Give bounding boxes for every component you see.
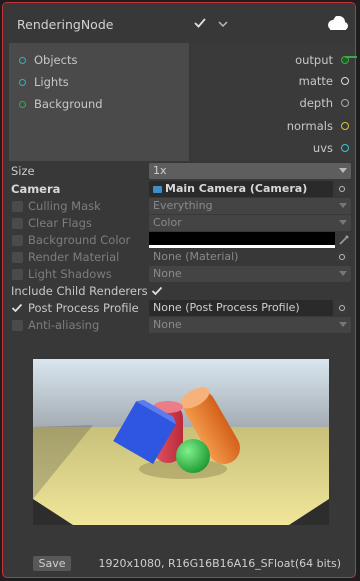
output-port-output[interactable]: output: [295, 50, 349, 70]
size-value: 1x: [153, 164, 167, 177]
camera-picker-button[interactable]: [335, 182, 349, 196]
clear-flags-checkbox[interactable]: [12, 218, 23, 229]
clear-flags-dropdown[interactable]: Color: [149, 215, 351, 231]
size-label: Size: [11, 164, 35, 178]
port-dot[interactable]: [19, 78, 26, 86]
ports-panel: Objects Lights Background output matte d…: [9, 43, 355, 161]
post-process-profile-field[interactable]: None (Post Process Profile): [149, 300, 333, 316]
chevron-down-icon[interactable]: [216, 17, 230, 31]
anti-aliasing-label: Anti-aliasing: [28, 318, 100, 332]
output-edge-connection: [345, 56, 357, 58]
port-dot[interactable]: [341, 144, 349, 152]
light-shadows-checkbox[interactable]: [12, 269, 23, 280]
check-icon[interactable]: [193, 16, 207, 30]
port-label: Lights: [34, 75, 69, 89]
save-button[interactable]: Save: [33, 556, 71, 571]
prop-culling-mask: Culling Mask Everything: [3, 198, 355, 215]
anti-aliasing-checkbox[interactable]: [12, 320, 23, 331]
light-shadows-dropdown[interactable]: None: [149, 266, 351, 282]
input-ports: Objects Lights Background: [9, 43, 189, 161]
dropdown-arrow-icon: [339, 220, 347, 225]
background-color-checkbox[interactable]: [12, 235, 23, 246]
culling-mask-dropdown[interactable]: Everything: [149, 198, 351, 214]
rendering-node: RenderingNode Objects Lights Background …: [2, 2, 356, 578]
dropdown-arrow-icon: [339, 203, 347, 208]
port-label: normals: [286, 119, 333, 133]
port-label: Background: [34, 97, 103, 111]
check-icon: [11, 303, 23, 313]
anti-aliasing-dropdown[interactable]: None: [149, 317, 351, 333]
camera-field[interactable]: Main Camera (Camera): [149, 181, 333, 197]
prop-anti-aliasing: Anti-aliasing None: [3, 317, 355, 334]
dropdown-arrow-icon: [339, 271, 347, 276]
camera-label: Camera: [11, 182, 61, 196]
post-process-profile-picker-button[interactable]: [335, 301, 349, 315]
port-label: output: [295, 53, 333, 67]
clear-flags-label: Clear Flags: [28, 216, 92, 230]
background-color-swatch[interactable]: [149, 232, 335, 248]
light-shadows-value: None: [153, 267, 182, 280]
prop-light-shadows: Light Shadows None: [3, 266, 355, 283]
post-process-profile-checkbox[interactable]: [11, 303, 23, 314]
clear-flags-value: Color: [153, 216, 182, 229]
render-material-picker-button[interactable]: [335, 250, 349, 264]
render-material-field[interactable]: None (Material): [149, 249, 333, 265]
include-child-renderers-checkbox[interactable]: [151, 285, 163, 297]
size-dropdown[interactable]: 1x: [149, 163, 351, 179]
culling-mask-value: Everything: [153, 199, 213, 212]
render-material-checkbox[interactable]: [12, 252, 23, 263]
output-port-matte[interactable]: matte: [299, 71, 349, 91]
port-dot[interactable]: [341, 77, 349, 85]
prop-background-color: Background Color: [3, 232, 355, 249]
camera-icon: [153, 186, 162, 193]
render-preview-image: [33, 359, 329, 525]
prop-include-child-renderers: Include Child Renderers: [3, 283, 355, 300]
post-process-profile-value: None (Post Process Profile): [153, 301, 300, 314]
port-label: Objects: [34, 53, 78, 67]
input-port-objects[interactable]: Objects: [19, 50, 77, 70]
dropdown-arrow-icon: [339, 322, 347, 327]
node-footer: Save 1920x1080, R16G16B16A16_SFloat(64 b…: [3, 555, 355, 575]
prop-render-material: Render Material None (Material): [3, 249, 355, 266]
texture-format-info: 1920x1080, R16G16B16A16_SFloat(64 bits): [98, 557, 341, 570]
anti-aliasing-value: None: [153, 318, 182, 331]
node-title: RenderingNode: [17, 17, 114, 32]
input-port-background[interactable]: Background: [19, 94, 103, 114]
post-process-profile-label: Post Process Profile: [28, 301, 139, 315]
port-label: uvs: [312, 141, 333, 155]
port-dot[interactable]: [19, 56, 26, 64]
output-port-normals[interactable]: normals: [287, 116, 349, 136]
camera-value: Main Camera (Camera): [165, 182, 308, 195]
render-material-value: None (Material): [153, 250, 239, 263]
prop-post-process-profile: Post Process Profile None (Post Process …: [3, 300, 355, 317]
cloud-icon[interactable]: [324, 13, 350, 35]
output-ports: output matte depth normals uvs: [191, 43, 355, 161]
include-child-renderers-label: Include Child Renderers: [11, 284, 148, 298]
port-dot[interactable]: [341, 99, 349, 107]
input-port-lights[interactable]: Lights: [19, 72, 69, 92]
output-port-depth[interactable]: depth: [300, 93, 349, 113]
port-dot[interactable]: [341, 122, 349, 130]
culling-mask-checkbox[interactable]: [12, 201, 23, 212]
background-color-label: Background Color: [28, 233, 131, 247]
culling-mask-label: Culling Mask: [28, 199, 101, 213]
port-label: depth: [299, 96, 333, 110]
prop-camera: Camera Main Camera (Camera): [3, 181, 355, 198]
node-header: RenderingNode: [3, 3, 355, 43]
port-label: matte: [298, 74, 333, 88]
prop-clear-flags: Clear Flags Color: [3, 215, 355, 232]
prop-size: Size 1x: [3, 163, 355, 180]
output-port-uvs[interactable]: uvs: [313, 138, 349, 158]
render-material-label: Render Material: [28, 250, 120, 264]
dropdown-arrow-icon: [339, 168, 347, 173]
light-shadows-label: Light Shadows: [28, 267, 112, 281]
port-dot[interactable]: [19, 100, 26, 108]
eyedropper-icon[interactable]: [337, 233, 351, 247]
